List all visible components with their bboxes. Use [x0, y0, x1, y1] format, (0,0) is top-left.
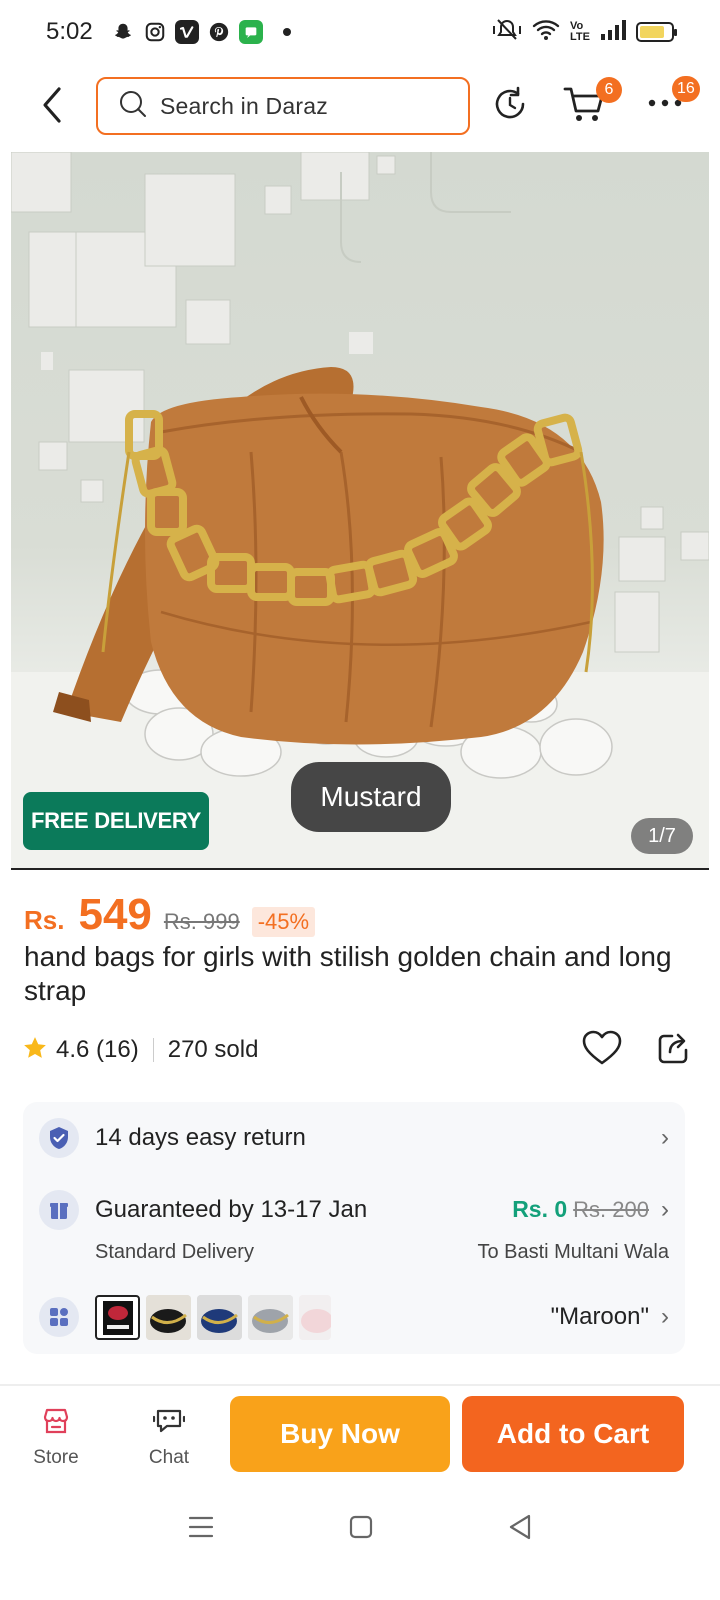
search-placeholder: Search in Daraz: [160, 92, 328, 119]
snapchat-icon: [111, 20, 135, 44]
wifi-icon: [532, 18, 560, 47]
chevron-right-icon: ›: [661, 1124, 669, 1151]
battery-icon: [636, 22, 677, 42]
history-button[interactable]: [488, 84, 532, 128]
system-navigation-bar: [0, 1494, 720, 1564]
more-options-button[interactable]: 16: [640, 76, 700, 126]
notification-dot-icon: [282, 28, 291, 36]
selected-variant: "Maroon": [550, 1303, 649, 1330]
chevron-right-icon: ›: [661, 1303, 669, 1330]
discount-badge: -45%: [251, 907, 316, 937]
add-to-cart-button[interactable]: Add to Cart: [462, 1396, 684, 1472]
product-image-carousel[interactable]: FREE DELIVERY Mustard 1/7: [11, 152, 709, 870]
variant-row[interactable]: "Maroon" ›: [39, 1294, 669, 1340]
variants-grid-icon: [39, 1297, 79, 1337]
delivery-row[interactable]: Guaranteed by 13-17 Jan Rs. 0 Rs. 200 ›: [39, 1190, 669, 1230]
buy-now-button[interactable]: Buy Now: [230, 1396, 450, 1472]
back-button[interactable]: [28, 83, 76, 131]
variant-thumbnails[interactable]: [95, 1294, 337, 1340]
cart-count-badge: 6: [596, 77, 622, 103]
variant-thumb[interactable]: [146, 1294, 191, 1340]
delivery-box-icon: [39, 1190, 79, 1230]
service-info-card: 14 days easy return › Guaranteed by 13-1…: [23, 1102, 685, 1354]
chat-label: Chat: [148, 1447, 190, 1468]
delivery-type: Standard Delivery: [95, 1240, 254, 1263]
divider: [0, 1384, 720, 1386]
return-policy-row[interactable]: 14 days easy return ›: [39, 1118, 669, 1158]
mute-vibrate-icon: [492, 17, 522, 48]
delivery-details-row: Standard Delivery To Basti Multani Wala: [39, 1238, 669, 1266]
star-icon: [22, 1035, 48, 1066]
chat-icon: [152, 1406, 186, 1441]
rating-row: 4.6 (16) 270 sold: [22, 1030, 692, 1070]
original-price: Rs. 999: [163, 909, 240, 934]
bottom-action-bar: Store Chat Buy Now Add to Cart: [0, 1390, 720, 1490]
volte-icon: Vo LTE: [570, 20, 590, 43]
price-currency: Rs.: [24, 905, 65, 935]
image-counter: 1/7: [631, 818, 693, 854]
chat-button[interactable]: Chat: [129, 1406, 209, 1469]
signal-icon: [600, 19, 626, 46]
vimeo-icon: [174, 20, 199, 44]
shipping-fee: Rs. 0: [512, 1196, 568, 1222]
store-icon: [41, 1406, 71, 1441]
variant-chip[interactable]: Mustard: [291, 762, 451, 832]
current-price: 549: [78, 890, 152, 939]
instagram-icon: [143, 20, 167, 44]
chevron-right-icon: ›: [661, 1196, 669, 1223]
recents-menu-icon[interactable]: [187, 1514, 215, 1545]
product-title: hand bags for girls with stilish golden …: [24, 941, 672, 1006]
free-delivery-badge: FREE DELIVERY: [23, 792, 209, 850]
shield-check-icon: [39, 1118, 79, 1158]
search-input[interactable]: Search in Daraz: [96, 77, 470, 135]
store-label: Store: [33, 1447, 79, 1468]
divider: [152, 1038, 154, 1062]
more-count-badge: 16: [672, 76, 700, 102]
sold-count: 270 sold: [167, 1036, 259, 1063]
variant-thumb[interactable]: [197, 1294, 242, 1340]
variant-thumb[interactable]: [299, 1294, 331, 1340]
pinterest-icon: [207, 20, 231, 44]
wishlist-heart-icon[interactable]: [582, 1030, 622, 1071]
status-time: 5:02: [46, 18, 93, 45]
variant-thumb[interactable]: [248, 1294, 293, 1340]
price-row: Rs. 549 Rs. 999 -45%: [24, 890, 316, 940]
rating-value[interactable]: 4.6 (16): [56, 1036, 139, 1064]
delivery-location[interactable]: To Basti Multani Wala: [477, 1241, 669, 1264]
status-bar: 5:02 Vo LTE: [0, 0, 720, 64]
shipping-original-fee: Rs. 200: [573, 1197, 649, 1222]
refresh-history-icon: [491, 85, 529, 128]
status-system-icons: Vo LTE: [492, 17, 677, 48]
return-policy-text: 14 days easy return: [95, 1124, 306, 1151]
cart-button[interactable]: 6: [560, 77, 622, 130]
delivery-guarantee: Guaranteed by 13-17 Jan: [95, 1196, 368, 1223]
share-icon[interactable]: [656, 1030, 692, 1071]
variant-thumb[interactable]: [95, 1294, 140, 1340]
home-square-icon[interactable]: [348, 1514, 374, 1545]
top-header: Search in Daraz 6 16: [0, 64, 720, 150]
status-app-icons: [111, 20, 291, 44]
store-button[interactable]: Store: [16, 1406, 96, 1469]
back-triangle-icon[interactable]: [507, 1513, 533, 1546]
search-icon: [118, 89, 148, 124]
chevron-left-icon: [39, 85, 65, 130]
messages-icon: [238, 20, 263, 44]
